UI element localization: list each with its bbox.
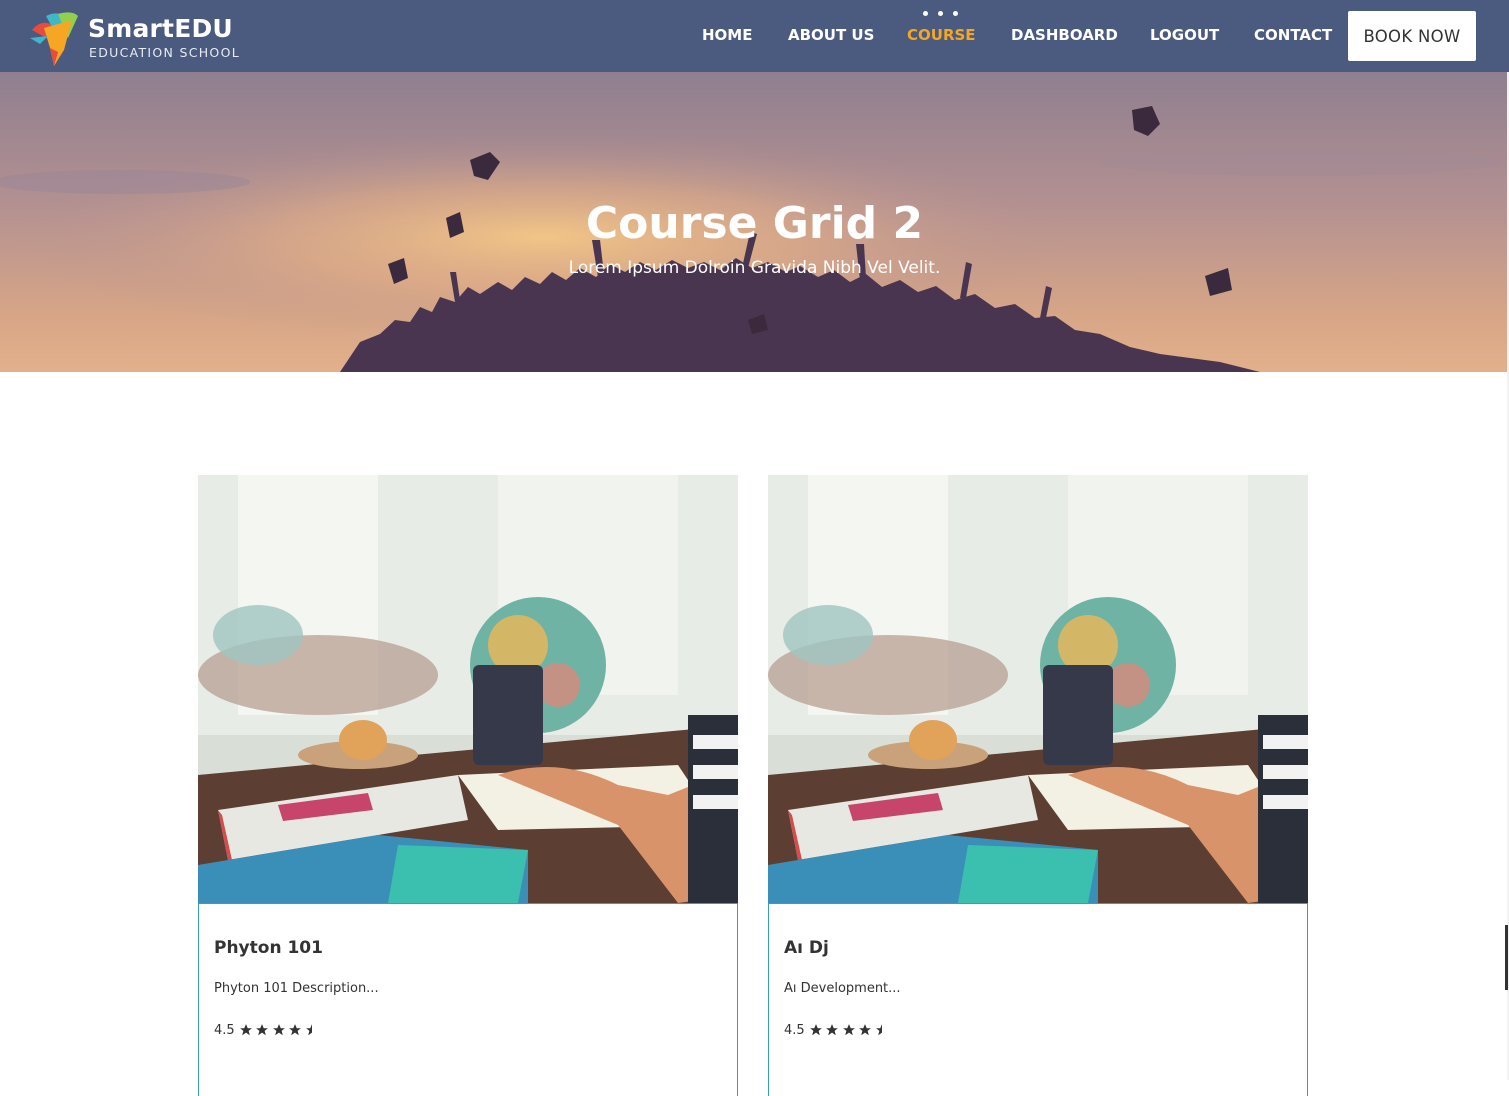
half-star-icon <box>875 1024 882 1036</box>
nav-logout[interactable]: LOGOUT <box>1150 26 1219 44</box>
scrollbar-thumb[interactable] <box>1505 925 1508 990</box>
book-now-button[interactable]: BOOK NOW <box>1348 11 1476 61</box>
star-icon <box>826 1024 839 1036</box>
hero-banner: Course Grid 2 Lorem Ipsum Dolroin Gravid… <box>0 72 1509 372</box>
brand-subtitle: EDUCATION SCHOOL <box>89 45 240 60</box>
nav-course[interactable]: COURSE <box>907 26 976 44</box>
course-rating: 4.5 <box>214 1021 321 1039</box>
course-photo <box>768 475 1308 903</box>
star-icon <box>289 1024 302 1036</box>
brand-title: SmartEDU <box>88 14 233 43</box>
active-indicator-dots <box>922 11 960 17</box>
page-subtitle: Lorem Ipsum Dolroin Gravida Nibh Vel Vel… <box>568 258 941 278</box>
star-icon <box>272 1024 285 1036</box>
course-image[interactable] <box>198 475 738 903</box>
course-image[interactable] <box>768 475 1308 903</box>
rating-value: 4.5 <box>214 1022 235 1038</box>
star-icon <box>256 1024 269 1036</box>
course-title[interactable]: Phyton 101 <box>214 938 323 958</box>
logo-bird-icon <box>30 12 78 66</box>
course-description: Aı Development... <box>784 981 901 996</box>
course-title[interactable]: Aı Dj <box>784 938 829 958</box>
page-title: Course Grid 2 <box>585 198 924 249</box>
star-icon <box>239 1024 252 1036</box>
course-card-body: Phyton 101 Phyton 101 Description... 4.5 <box>198 903 738 1057</box>
course-description: Phyton 101 Description... <box>214 981 379 996</box>
navbar: SmartEDU EDUCATION SCHOOL HOME ABOUT US … <box>0 0 1509 72</box>
brand-logo[interactable]: SmartEDU EDUCATION SCHOOL <box>28 6 248 66</box>
course-card-footer <box>768 1056 1308 1096</box>
nav-about-us[interactable]: ABOUT US <box>788 26 874 44</box>
rating-value: 4.5 <box>784 1022 805 1038</box>
course-card[interactable]: Aı Dj Aı Development... 4.5 <box>768 475 1308 1096</box>
nav-dashboard[interactable]: DASHBOARD <box>1011 26 1118 44</box>
star-icon <box>842 1024 855 1036</box>
half-star-icon <box>305 1024 312 1036</box>
course-rating: 4.5 <box>784 1021 891 1039</box>
star-icon <box>859 1024 872 1036</box>
star-icon <box>809 1024 822 1036</box>
nav-home[interactable]: HOME <box>702 26 752 44</box>
course-photo <box>198 475 738 903</box>
course-card-footer <box>198 1056 738 1096</box>
course-card-body: Aı Dj Aı Development... 4.5 <box>768 903 1308 1057</box>
course-card[interactable]: Phyton 101 Phyton 101 Description... 4.5 <box>198 475 738 1096</box>
nav-contact[interactable]: CONTACT <box>1254 26 1332 44</box>
